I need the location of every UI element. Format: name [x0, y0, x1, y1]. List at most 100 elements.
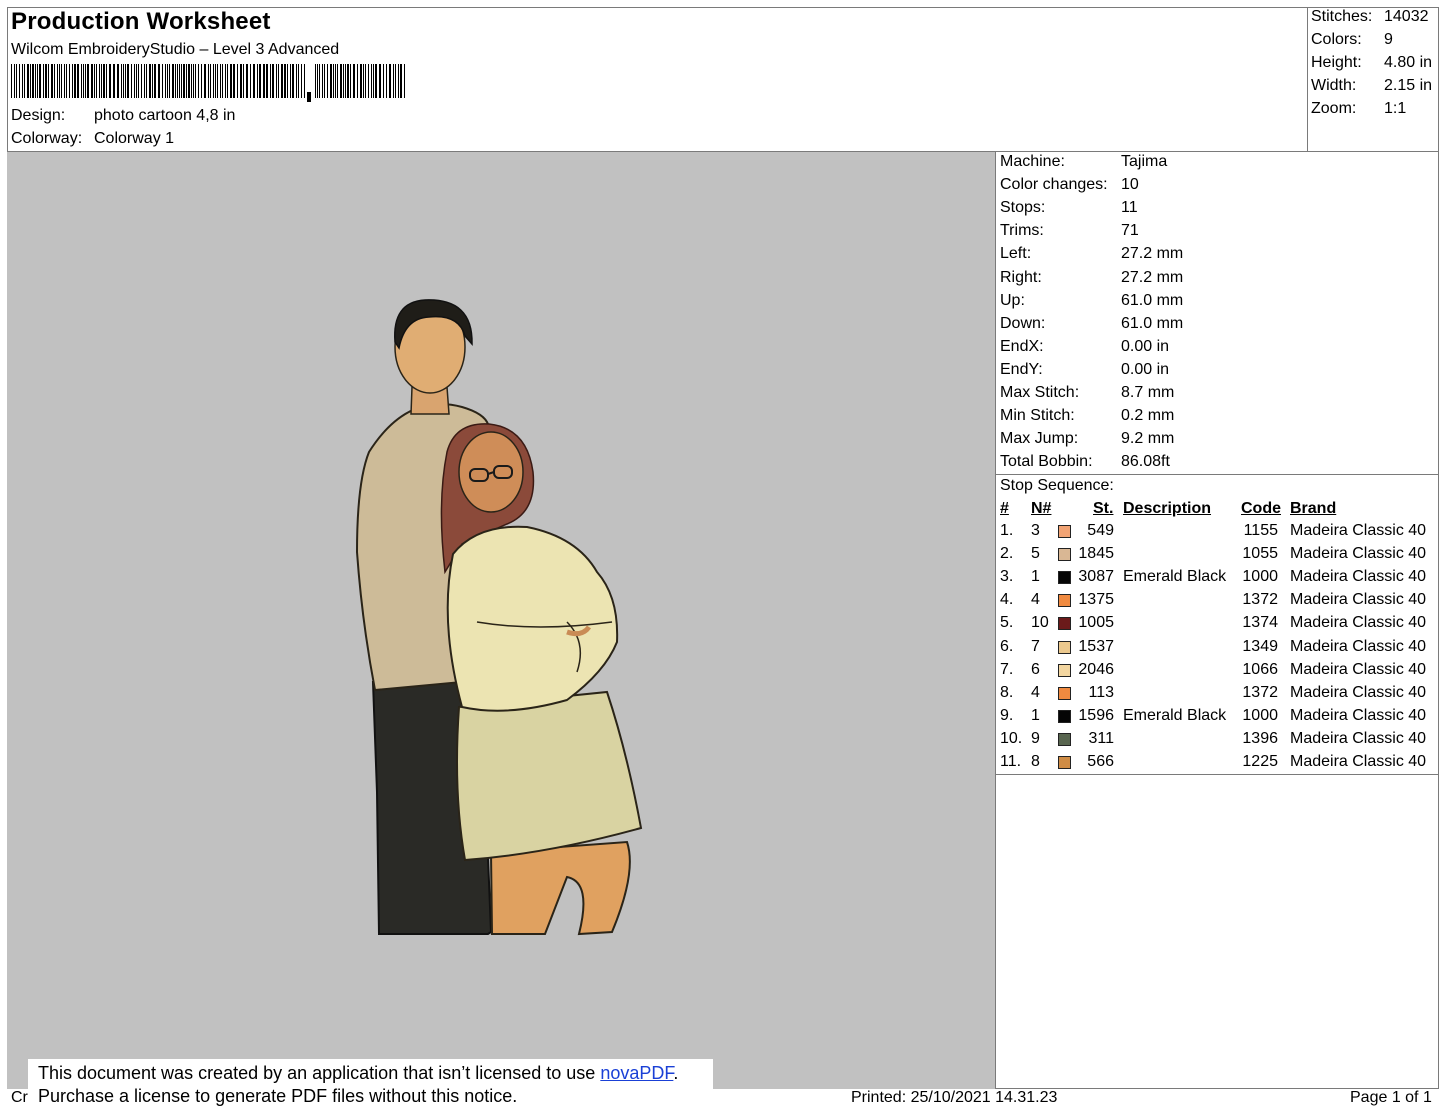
design-value: photo cartoon 4,8 in: [94, 107, 236, 124]
stop-cell-num: 4.: [1000, 591, 1014, 609]
barcode-bar: [263, 64, 265, 98]
stop-cell-description: Emerald Black: [1123, 568, 1227, 586]
barcode-bar: [217, 64, 218, 98]
page-number: Page 1 of 1: [1350, 1089, 1432, 1106]
col-header-code: Code: [1241, 500, 1281, 517]
barcode-bar: [253, 64, 255, 98]
barcode-bar: [61, 64, 62, 98]
barcode-bar: [74, 64, 76, 98]
barcode-bar: [16, 64, 17, 98]
stop-cell-st: 1375: [1078, 591, 1114, 609]
info-label: Max Jump:: [1000, 430, 1079, 448]
stop-cell-n: 1: [1031, 706, 1040, 724]
novapdf-link[interactable]: novaPDF: [600, 1063, 673, 1083]
stop-cell-st: 3087: [1078, 568, 1114, 586]
barcode-bar: [77, 64, 79, 98]
barcode-bar: [400, 64, 402, 98]
barcode-bar: [131, 64, 132, 98]
barcode-bar: [99, 64, 100, 98]
barcode-bar: [363, 64, 364, 98]
zoom-label: Zoom:: [1311, 100, 1357, 117]
info-value: 10: [1121, 176, 1139, 194]
barcode-bar: [389, 64, 391, 98]
barcode-bar: [169, 64, 170, 98]
barcode-bar: [175, 64, 176, 98]
barcode-bar: [14, 64, 15, 98]
barcode-bar: [225, 64, 226, 98]
barcode-bar: [250, 64, 251, 98]
stop-cell-n: 1: [1031, 568, 1040, 586]
barcode-bar: [266, 64, 268, 98]
design-label: Design:: [11, 107, 66, 124]
barcode-bar: [383, 64, 384, 98]
barcode-bar: [83, 64, 84, 98]
barcode-bar: [106, 64, 107, 98]
barcode-bar: [94, 64, 95, 98]
stop-row: 4. 4 1375 1372 Madeira Classic 40: [998, 591, 1438, 614]
stop-cell-n: 4: [1031, 683, 1040, 701]
footer-created: Cr: [11, 1089, 28, 1106]
stop-cell-num: 1.: [1000, 522, 1014, 539]
stop-cell-num: 5.: [1000, 614, 1014, 632]
info-label: Left:: [1000, 245, 1032, 263]
barcode-bar: [167, 64, 168, 98]
barcode-bar: [373, 64, 374, 98]
stop-cell-brand: Madeira Classic 40: [1290, 660, 1427, 678]
barcode-bar: [393, 64, 394, 98]
barcode-bar: [72, 64, 73, 98]
barcode-bar: [37, 64, 38, 98]
barcode-bar: [259, 64, 261, 98]
stop-cell-n: 8: [1031, 753, 1040, 770]
stop-cell-brand: Madeira Classic 40: [1290, 753, 1427, 770]
color-swatch: [1058, 686, 1071, 700]
barcode-bar: [188, 64, 190, 98]
stop-cell-code: 1372: [1242, 591, 1278, 609]
color-swatch: [1058, 594, 1071, 608]
stop-cell-st: 549: [1087, 522, 1114, 539]
info-value: 27.2 mm: [1121, 245, 1184, 263]
barcode-bar: [127, 64, 129, 98]
design-preview: [7, 152, 995, 1089]
info-divider: [995, 474, 1439, 475]
barcode-bar: [30, 64, 31, 98]
barcode-bar: [183, 64, 185, 98]
barcode-bar: [144, 64, 145, 98]
stop-cell-st: 1537: [1078, 637, 1114, 655]
barcode-bar: [35, 64, 36, 98]
barcode-bar: [257, 64, 258, 98]
barcode-bar: [324, 64, 325, 98]
barcode-bar: [158, 64, 160, 98]
barcode-bar: [368, 64, 369, 98]
col-header-st: St.: [1093, 500, 1114, 517]
barcode-bar: [327, 64, 328, 98]
stop-cell-code: 1055: [1242, 545, 1278, 563]
stop-cell-st: 311: [1088, 729, 1114, 747]
barcode-bar: [230, 64, 232, 98]
barcode-bar: [210, 64, 211, 98]
color-swatch: [1058, 571, 1071, 585]
stop-cell-st: 2046: [1078, 660, 1114, 678]
col-header-num: #: [1000, 500, 1009, 517]
stitches-value: 14032: [1384, 8, 1429, 25]
colorway-value: Colorway 1: [94, 130, 175, 147]
stop-row: 2. 5 1845 1055 Madeira Classic 40: [998, 545, 1438, 568]
barcode-bar: [330, 64, 332, 98]
stop-cell-code: 1396: [1242, 729, 1278, 747]
barcode-bar: [39, 64, 41, 98]
stop-cell-num: 6.: [1000, 637, 1014, 655]
barcode-bar: [191, 64, 192, 98]
barcode-bar: [81, 64, 82, 98]
barcode-bar: [322, 64, 323, 98]
width-label: Width:: [1311, 77, 1357, 94]
color-swatch: [1058, 709, 1071, 723]
stop-cell-num: 2.: [1000, 545, 1014, 563]
barcode-bar: [181, 64, 182, 98]
barcode-bar: [149, 64, 151, 98]
barcode-bar: [113, 64, 115, 98]
stop-cell-brand: Madeira Classic 40: [1290, 522, 1427, 539]
barcode-bar: [121, 64, 122, 98]
notice-period: .: [673, 1063, 679, 1083]
barcode-bar: [278, 64, 279, 98]
barcode-bar: [319, 64, 320, 98]
barcode-bar: [335, 64, 336, 98]
